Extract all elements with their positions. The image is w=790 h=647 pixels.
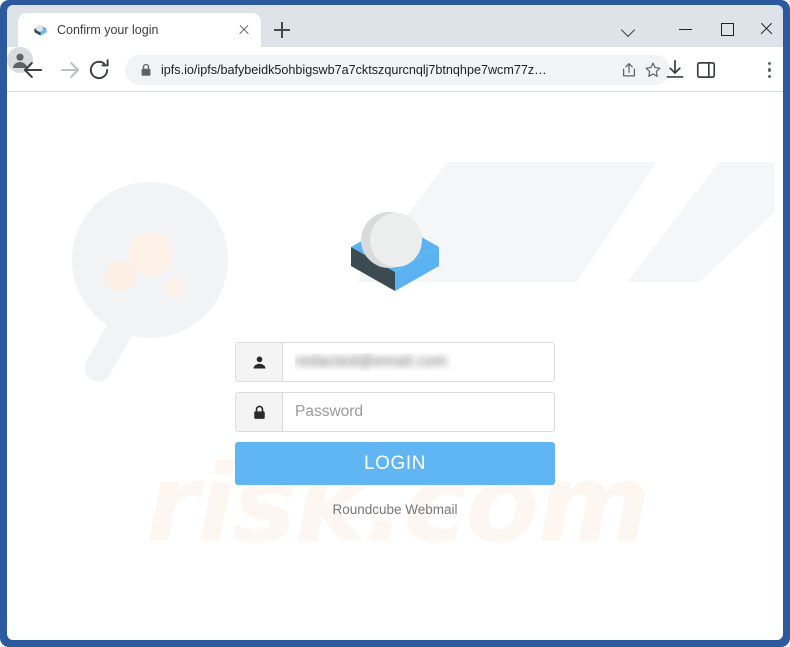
product-label: Roundcube Webmail bbox=[332, 502, 458, 517]
back-arrow-icon bbox=[23, 62, 43, 78]
password-input[interactable] bbox=[283, 393, 554, 431]
forward-button[interactable] bbox=[56, 56, 84, 84]
close-tab-icon[interactable] bbox=[235, 21, 253, 39]
roundcube-login-area: LOGIN Roundcube Webmail bbox=[7, 92, 783, 640]
login-form: LOGIN Roundcube Webmail bbox=[235, 342, 555, 517]
chevron-down-icon bbox=[620, 22, 636, 38]
new-tab-button[interactable] bbox=[270, 18, 294, 42]
tab-search-button[interactable] bbox=[612, 14, 646, 44]
maximize-window-button[interactable] bbox=[710, 14, 744, 44]
forward-arrow-icon bbox=[60, 62, 80, 78]
user-icon bbox=[236, 343, 283, 381]
tab-title: Confirm your login bbox=[57, 23, 159, 37]
back-button[interactable] bbox=[19, 56, 47, 84]
address-bar[interactable]: ipfs.io/ipfs/bafybeidk5ohbigswb7a7cktszq… bbox=[125, 55, 670, 85]
bookmark-star-icon[interactable] bbox=[644, 61, 662, 79]
lock-icon bbox=[236, 393, 283, 431]
roundcube-logo bbox=[343, 192, 447, 296]
username-field-row[interactable] bbox=[235, 342, 555, 382]
username-input[interactable] bbox=[283, 343, 554, 381]
tab-strip: Confirm your login bbox=[7, 5, 783, 47]
browser-toolbar: ipfs.io/ipfs/bafybeidk5ohbigswb7a7cktszq… bbox=[7, 47, 783, 92]
login-button[interactable]: LOGIN bbox=[235, 442, 555, 485]
three-dot-menu-icon[interactable] bbox=[756, 57, 782, 83]
maximize-icon bbox=[721, 23, 734, 36]
url-text: ipfs.io/ipfs/bafybeidk5ohbigswb7a7cktszq… bbox=[161, 63, 547, 77]
share-icon[interactable] bbox=[620, 61, 638, 79]
close-window-button[interactable] bbox=[750, 14, 784, 44]
minimize-icon bbox=[679, 29, 692, 31]
reload-icon bbox=[89, 59, 109, 80]
minimize-window-button[interactable] bbox=[669, 14, 703, 44]
reload-button[interactable] bbox=[85, 56, 113, 84]
roundcube-cube-icon bbox=[32, 22, 49, 39]
download-icon[interactable] bbox=[662, 57, 688, 83]
page-viewport: risk.com redacted@email.com Password LOG… bbox=[7, 92, 783, 640]
browser-window-frame: Confirm your login ipfs.io/ipfs/bafybeid… bbox=[0, 0, 790, 647]
password-field-row[interactable] bbox=[235, 392, 555, 432]
tab-confirm-your-login[interactable]: Confirm your login bbox=[18, 13, 261, 47]
side-panel-icon[interactable] bbox=[693, 57, 719, 83]
lock-icon bbox=[139, 62, 153, 78]
